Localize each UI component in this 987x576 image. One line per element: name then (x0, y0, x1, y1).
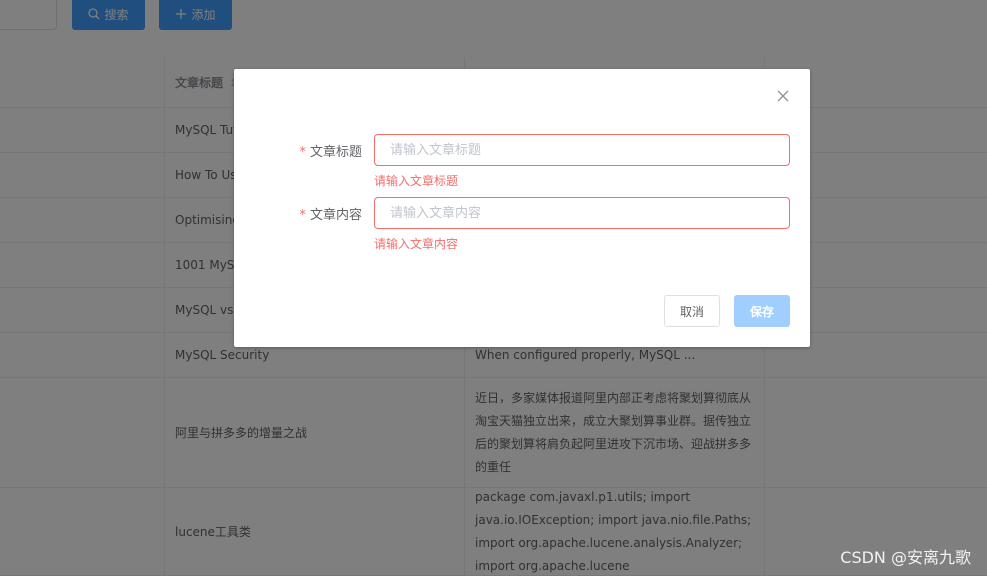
title-error: 请输入文章标题 (374, 174, 459, 188)
title-input[interactable] (374, 134, 790, 166)
content-input[interactable] (374, 197, 790, 229)
watermark: CSDN @安离九歌 (840, 548, 971, 567)
content-label: * 文章内容 (234, 204, 362, 223)
title-label: * 文章标题 (234, 141, 362, 160)
article-dialog: *文章标题 请输入文章标题 *文章内容 请输入文章内容 取消 保存 (234, 69, 810, 347)
content-label-text: 文章内容 (309, 208, 362, 223)
save-button[interactable]: 保存 (734, 295, 790, 327)
close-button[interactable] (776, 89, 790, 103)
required-mark: * (299, 208, 306, 223)
cancel-button[interactable]: 取消 (664, 295, 720, 327)
content-error: 请输入文章内容 (374, 237, 459, 251)
title-label-text: 文章标题 (309, 145, 362, 160)
required-mark: * (299, 145, 306, 160)
close-icon (777, 90, 789, 102)
